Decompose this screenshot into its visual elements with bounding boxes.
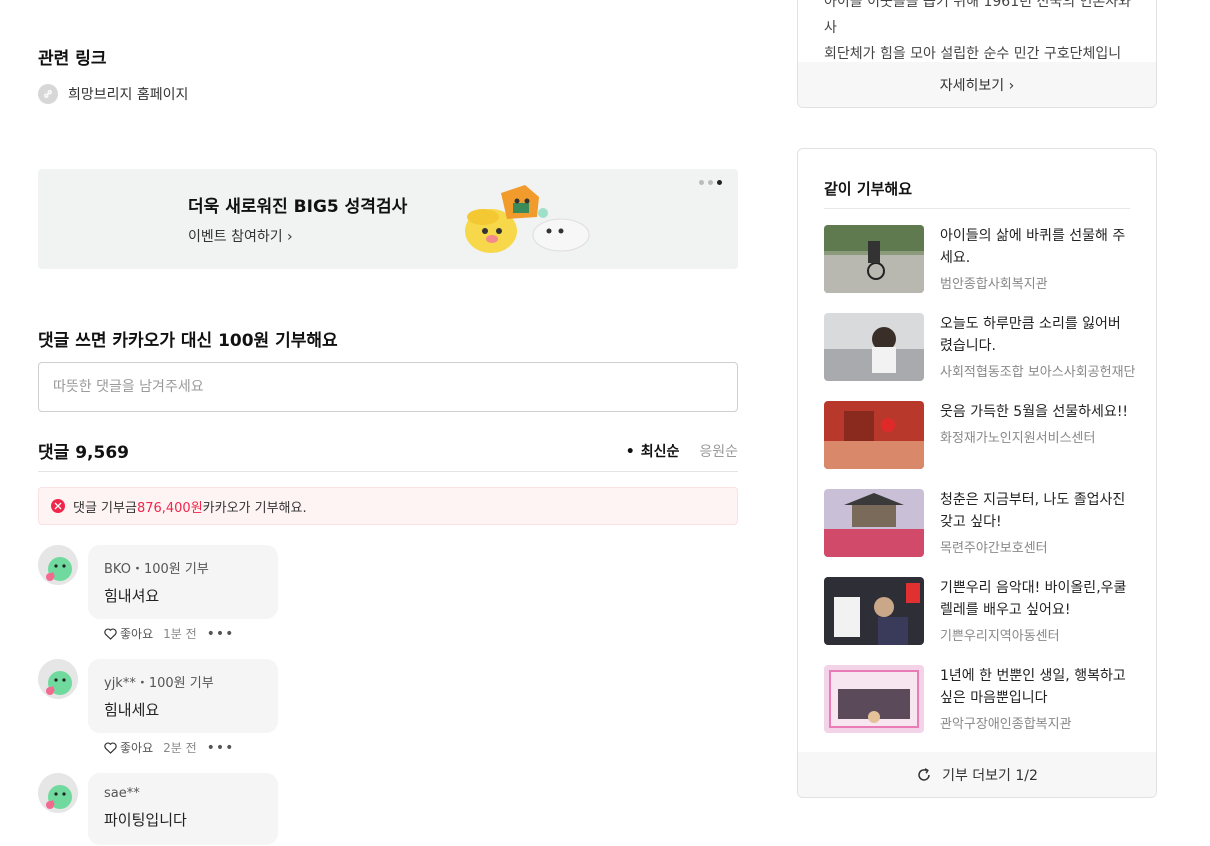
comment-actions: 좋아요 1분 전 ••• bbox=[104, 625, 234, 642]
donation-thumbnail bbox=[824, 577, 924, 645]
banner-title: 더욱 새로워진 BIG5 성격검사 bbox=[188, 197, 408, 217]
banner-dot[interactable] bbox=[699, 180, 704, 185]
more-donations-label: 기부 더보기 1/2 bbox=[942, 767, 1038, 784]
donation-thumbnail bbox=[824, 489, 924, 557]
comment-count-row: 댓글 9,569 최신순 응원순 bbox=[38, 436, 738, 472]
heart-icon bbox=[104, 627, 117, 640]
like-button[interactable]: 좋아요 bbox=[104, 739, 153, 756]
donate-together-panel: 같이 기부해요 아이들의 삶에 바퀴를 선물해 주세요. 범안종합사회복지관 오… bbox=[797, 148, 1157, 798]
donation-thumbnail bbox=[824, 665, 924, 733]
organization-description-line: 아이들 이웃들을 돕기 위해 1961년 전국의 언론사와 사 bbox=[824, 0, 1132, 36]
donation-title: 아이들의 삶에 바퀴를 선물해 주세요. bbox=[940, 228, 1126, 266]
comment-body: 파이팅입니다 bbox=[104, 811, 187, 829]
link-icon bbox=[38, 84, 58, 104]
comment-count: 댓글 9,569 bbox=[38, 443, 129, 463]
more-donations-button[interactable]: 기부 더보기 1/2 bbox=[798, 752, 1156, 797]
like-label: 좋아요 bbox=[120, 741, 154, 755]
sort-latest[interactable]: 최신순 bbox=[626, 441, 680, 461]
avatar[interactable] bbox=[38, 773, 78, 813]
donation-title: 청춘은 지금부터, 나도 졸업사진 갖고 싶다! bbox=[940, 492, 1126, 530]
event-banner[interactable]: 더욱 새로워진 BIG5 성격검사 이벤트 참여하기 › bbox=[38, 169, 738, 269]
donation-item[interactable]: 웃음 가득한 5월을 선물하세요!! 화정재가노인지원서비스센터 bbox=[824, 401, 1134, 469]
donation-title: 기쁜우리 음악대! 바이올린,우쿨렐레를 배우고 싶어요! bbox=[940, 580, 1127, 618]
comment-meta: yjk**・100원 기부 bbox=[104, 676, 214, 691]
kakao-donation-icon bbox=[51, 499, 65, 513]
banner-pagination[interactable] bbox=[699, 180, 722, 185]
donate-together-title: 같이 기부해요 bbox=[824, 180, 913, 198]
comment-body: 힘내세요 bbox=[104, 701, 160, 719]
donation-item[interactable]: 아이들의 삶에 바퀴를 선물해 주세요. 범안종합사회복지관 bbox=[824, 225, 1134, 293]
comment-body: 힘내셔요 bbox=[104, 587, 160, 605]
more-options-icon[interactable]: ••• bbox=[207, 740, 235, 756]
banner-cta: 이벤트 참여하기 › bbox=[188, 229, 293, 245]
donation-thumbnail bbox=[824, 313, 924, 381]
comment-bubble: BKO・100원 기부 힘내셔요 bbox=[88, 545, 278, 619]
comment-bubble: sae** 파이팅입니다 bbox=[88, 773, 278, 845]
comment-time: 2분 전 bbox=[163, 741, 197, 755]
notice-suffix: 카카오가 기부해요. bbox=[202, 500, 307, 516]
comment-heading: 댓글 쓰면 카카오가 대신 100원 기부해요 bbox=[38, 331, 338, 351]
comment-actions: 좋아요 2분 전 ••• bbox=[104, 739, 234, 756]
related-links-title: 관련 링크 bbox=[38, 49, 107, 69]
more-options-icon[interactable]: ••• bbox=[207, 626, 235, 642]
banner-dot[interactable] bbox=[708, 180, 713, 185]
donation-item[interactable]: 오늘도 하루만큼 소리를 잃어버렸습니다. 사회적협동조합 보아스사회공헌재단 bbox=[824, 313, 1136, 381]
donation-title: 웃음 가득한 5월을 선물하세요!! bbox=[940, 404, 1129, 420]
comment-meta: sae** bbox=[104, 786, 140, 801]
donation-item[interactable]: 기쁜우리 음악대! 바이올린,우쿨렐레를 배우고 싶어요! 기쁜우리지역아동센터 bbox=[824, 577, 1134, 645]
refresh-icon bbox=[918, 767, 930, 781]
donation-org: 관악구장애인종합복지관 bbox=[940, 717, 1072, 732]
donation-item[interactable]: 청춘은 지금부터, 나도 졸업사진 갖고 싶다! 목련주야간보호센터 bbox=[824, 489, 1134, 557]
comment-time: 1분 전 bbox=[163, 627, 197, 641]
donation-item[interactable]: 1년에 한 번뿐인 생일, 행복하고 싶은 마음뿐입니다 관악구장애인종합복지관 bbox=[824, 665, 1134, 733]
see-more-button[interactable]: 자세히보기 › bbox=[798, 62, 1156, 107]
donation-title: 1년에 한 번뿐인 생일, 행복하고 싶은 마음뿐입니다 bbox=[940, 668, 1126, 706]
like-button[interactable]: 좋아요 bbox=[104, 625, 153, 642]
comment-input[interactable] bbox=[38, 362, 738, 412]
divider bbox=[824, 208, 1130, 209]
banner-characters-illustration bbox=[463, 183, 593, 259]
avatar[interactable] bbox=[38, 659, 78, 699]
homepage-link[interactable]: 희망브리지 홈페이지 bbox=[38, 84, 188, 104]
avatar[interactable] bbox=[38, 545, 78, 585]
donation-org: 기쁜우리지역아동센터 bbox=[940, 629, 1060, 644]
donation-org: 사회적협동조합 보아스사회공헌재단 bbox=[940, 365, 1136, 380]
banner-dot-active[interactable] bbox=[717, 180, 722, 185]
homepage-link-label: 희망브리지 홈페이지 bbox=[68, 87, 189, 103]
donation-title: 오늘도 하루만큼 소리를 잃어버렸습니다. bbox=[940, 316, 1121, 354]
donation-notice: 댓글 기부금 876,400원 카카오가 기부해요. bbox=[38, 487, 738, 525]
like-label: 좋아요 bbox=[120, 627, 154, 641]
comment-meta: BKO・100원 기부 bbox=[104, 562, 209, 577]
comment-bubble: yjk**・100원 기부 힘내세요 bbox=[88, 659, 278, 733]
organization-card: 아이들 이웃들을 돕기 위해 1961년 전국의 언론사와 사 회단체가 힘을 … bbox=[797, 0, 1157, 108]
donation-org: 화정재가노인지원서비스센터 bbox=[940, 431, 1096, 446]
notice-amount: 876,400원 bbox=[136, 500, 203, 516]
donation-thumbnail bbox=[824, 225, 924, 293]
sort-options: 최신순 응원순 bbox=[626, 441, 738, 461]
sort-cheer[interactable]: 응원순 bbox=[699, 441, 738, 461]
notice-prefix: 댓글 기부금 bbox=[73, 500, 137, 516]
donation-org: 범안종합사회복지관 bbox=[940, 277, 1048, 292]
donation-org: 목련주야간보호센터 bbox=[940, 541, 1048, 556]
donation-thumbnail bbox=[824, 401, 924, 469]
heart-icon bbox=[104, 741, 117, 754]
